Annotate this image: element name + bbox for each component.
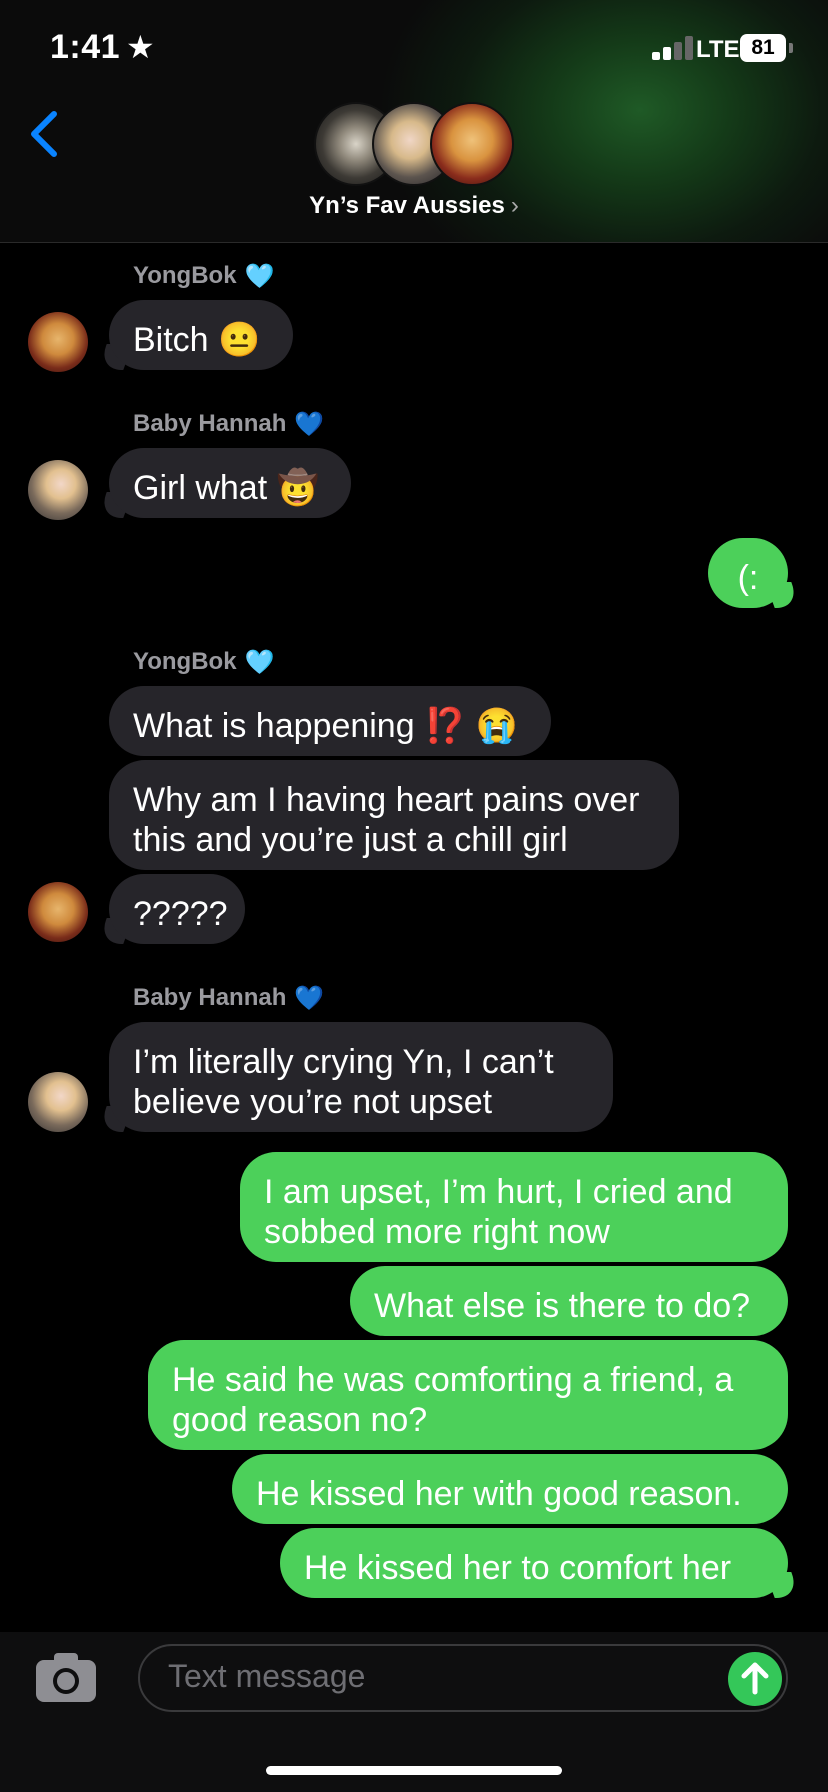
sender-label: YongBok [133,648,237,675]
message-bubble[interactable]: He kissed her with good reason. [232,1454,788,1524]
network-label: LTE [696,36,740,63]
avatar[interactable] [28,312,88,372]
light-blue-heart-icon: 🩵 [244,263,275,290]
message-input-placeholder: Text message [168,1658,366,1694]
message-bubble[interactable]: Why am I having heart pains over this an… [109,760,679,870]
group-avatar-stack[interactable] [314,102,514,186]
message-line: this and you’re just a chill girl [133,821,568,859]
battery-icon: 81 [740,34,786,62]
battery-nub [789,43,793,53]
avatar[interactable] [28,1072,88,1132]
message-line: He said he was comforting a friend, a [172,1361,734,1399]
light-blue-heart-icon: 🩵 [244,649,275,676]
message-bubble[interactable]: I am upset, I’m hurt, I cried and sobbed… [240,1152,788,1262]
message-line: believe you’re not upset [133,1083,493,1121]
message-bubble[interactable]: (: [708,538,788,608]
message-bubble[interactable]: What else is there to do? [350,1266,788,1336]
message-line: Why am I having heart pains over [133,781,640,819]
signal-icon [652,36,696,60]
message-bubble[interactable]: Girl what 🤠 [109,448,351,518]
message-line: good reason no? [172,1401,428,1439]
back-chevron-icon[interactable] [24,104,68,164]
message-line: sobbed more right now [264,1213,610,1251]
send-arrow-icon[interactable] [728,1652,782,1706]
sender-name: YongBok 🩵 [133,648,274,677]
message-line: I’m literally crying Yn, I can’t [133,1043,554,1081]
group-name-label: Yn’s Fav Aussies [309,192,505,219]
message-bubble[interactable]: He said he was comforting a friend, a go… [148,1340,788,1450]
message-bubble[interactable]: He kissed her to comfort her [280,1528,788,1598]
avatar[interactable] [28,460,88,520]
sender-name: Baby Hannah 💙 [133,984,324,1013]
group-name[interactable]: Yn’s Fav Aussies › [0,192,828,220]
sender-name: Baby Hannah 💙 [133,410,324,439]
home-indicator [266,1766,562,1775]
message-bubble[interactable]: Bitch 😐 [109,300,293,370]
group-avatar-chick [430,102,514,186]
chevron-right-icon: › [510,192,519,219]
sender-label: Baby Hannah [133,410,287,437]
star-icon: ★ [126,29,155,65]
sender-name: YongBok 🩵 [133,262,274,291]
blue-heart-icon: 💙 [294,411,325,438]
blue-heart-icon: 💙 [294,985,325,1012]
message-bubble[interactable]: What is happening ⁉️ 😭 [109,686,551,756]
sender-label: YongBok [133,262,237,289]
avatar[interactable] [28,882,88,942]
camera-icon[interactable] [34,1650,98,1704]
message-bubble[interactable]: I’m literally crying Yn, I can’t believe… [109,1022,613,1132]
sender-label: Baby Hannah [133,984,287,1011]
message-line: I am upset, I’m hurt, I cried and [264,1173,733,1211]
status-time: 1:41 [50,28,121,66]
message-bubble[interactable]: ????? [109,874,245,944]
